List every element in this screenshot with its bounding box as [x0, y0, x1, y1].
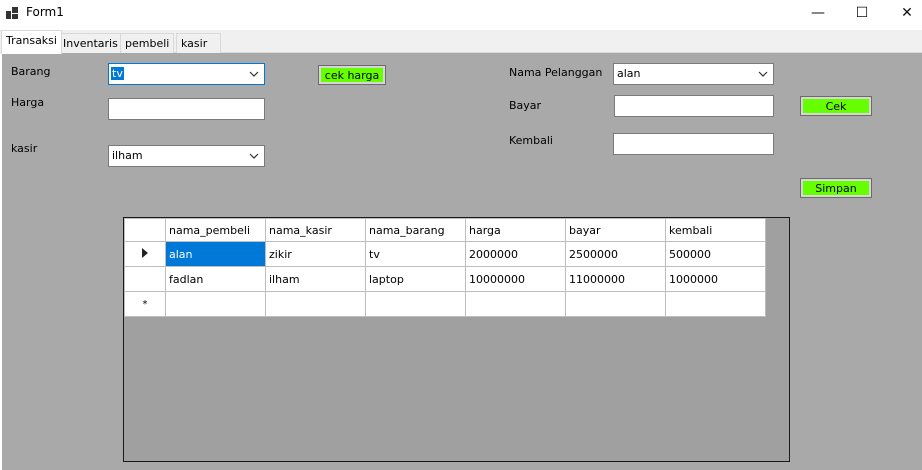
- chevron-down-icon: [249, 71, 259, 77]
- close-icon: ✕: [901, 5, 913, 21]
- row-header[interactable]: [124, 266, 166, 292]
- maximize-icon: ☐: [855, 5, 869, 21]
- chevron-down-icon: [758, 71, 768, 77]
- table-cell[interactable]: [165, 291, 266, 317]
- tab-kasir[interactable]: kasir: [176, 33, 221, 53]
- tab-transaksi[interactable]: Transaksi: [1, 30, 62, 54]
- maximize-button[interactable]: ☐: [839, 0, 885, 26]
- header-row: nama_pembeli nama_kasir nama_barang harg…: [124, 218, 766, 242]
- minimize-button[interactable]: —: [795, 0, 841, 26]
- barang-label: Barang: [11, 65, 51, 78]
- table-cell[interactable]: 2000000: [465, 241, 566, 267]
- table-cell[interactable]: laptop: [365, 266, 466, 292]
- column-header[interactable]: nama_barang: [365, 218, 466, 242]
- current-row-arrow-icon: [142, 247, 148, 258]
- tab-pembeli[interactable]: pembeli: [120, 33, 175, 53]
- table-cell[interactable]: [265, 291, 366, 317]
- table-cell[interactable]: 11000000: [565, 266, 666, 292]
- column-header[interactable]: nama_kasir: [265, 218, 366, 242]
- chevron-down-icon: [249, 153, 259, 159]
- new-row[interactable]: *: [124, 291, 766, 317]
- column-header[interactable]: nama_pembeli: [165, 218, 266, 242]
- column-header[interactable]: kembali: [665, 218, 766, 242]
- grid-table: nama_pembeli nama_kasir nama_barang harg…: [124, 218, 766, 317]
- tab-inventaris[interactable]: Inventaris: [58, 33, 123, 53]
- table-cell[interactable]: [365, 291, 466, 317]
- bayar-label: Bayar: [509, 99, 542, 112]
- table-cell[interactable]: ilham: [265, 266, 366, 292]
- kasir-label: kasir: [11, 142, 38, 155]
- app-icon: [6, 7, 18, 19]
- kembali-label: Kembali: [509, 134, 553, 147]
- table-cell[interactable]: 2500000: [565, 241, 666, 267]
- barang-combo[interactable]: tv: [108, 63, 265, 85]
- column-header[interactable]: bayar: [565, 218, 666, 242]
- title-bar: Form1 — ☐ ✕: [0, 0, 922, 26]
- minimize-icon: —: [811, 5, 825, 21]
- harga-field[interactable]: [108, 98, 265, 120]
- close-button[interactable]: ✕: [884, 0, 922, 26]
- table-cell[interactable]: zikir: [265, 241, 366, 267]
- table-cell[interactable]: [465, 291, 566, 317]
- transaksi-page: Barang tv Harga kasir ilham cek harga Na…: [2, 53, 922, 470]
- kasir-value: ilham: [112, 149, 143, 162]
- window-title: Form1: [26, 5, 64, 19]
- new-row-marker: *: [124, 291, 166, 317]
- simpan-button[interactable]: Simpan: [800, 178, 872, 198]
- cek-harga-button[interactable]: cek harga: [318, 65, 386, 85]
- table-row[interactable]: alan zikir tv 2000000 2500000 500000: [124, 241, 766, 267]
- table-cell[interactable]: fadlan: [165, 266, 266, 292]
- cek-button[interactable]: Cek: [800, 96, 872, 116]
- table-cell[interactable]: alan: [165, 241, 266, 267]
- table-row[interactable]: fadlan ilham laptop 10000000 11000000 10…: [124, 266, 766, 292]
- nama-pelanggan-combo[interactable]: alan: [613, 63, 774, 85]
- table-cell[interactable]: 1000000: [665, 266, 766, 292]
- column-header[interactable]: harga: [465, 218, 566, 242]
- table-cell[interactable]: 10000000: [465, 266, 566, 292]
- bayar-field[interactable]: [614, 95, 774, 117]
- corner-header: [124, 218, 166, 242]
- tab-strip: Transaksi Inventaris pembeli kasir: [0, 30, 922, 54]
- table-cell[interactable]: tv: [365, 241, 466, 267]
- nama-pelanggan-value: alan: [617, 67, 641, 80]
- table-cell[interactable]: 500000: [665, 241, 766, 267]
- barang-value: tv: [111, 67, 124, 80]
- kasir-combo[interactable]: ilham: [108, 145, 265, 167]
- nama-pelanggan-label: Nama Pelanggan: [509, 66, 603, 79]
- harga-label: Harga: [11, 96, 45, 109]
- table-cell[interactable]: [665, 291, 766, 317]
- table-cell[interactable]: [565, 291, 666, 317]
- kembali-field[interactable]: [613, 133, 774, 155]
- row-header[interactable]: [124, 241, 166, 267]
- transaksi-grid[interactable]: nama_pembeli nama_kasir nama_barang harg…: [123, 217, 790, 462]
